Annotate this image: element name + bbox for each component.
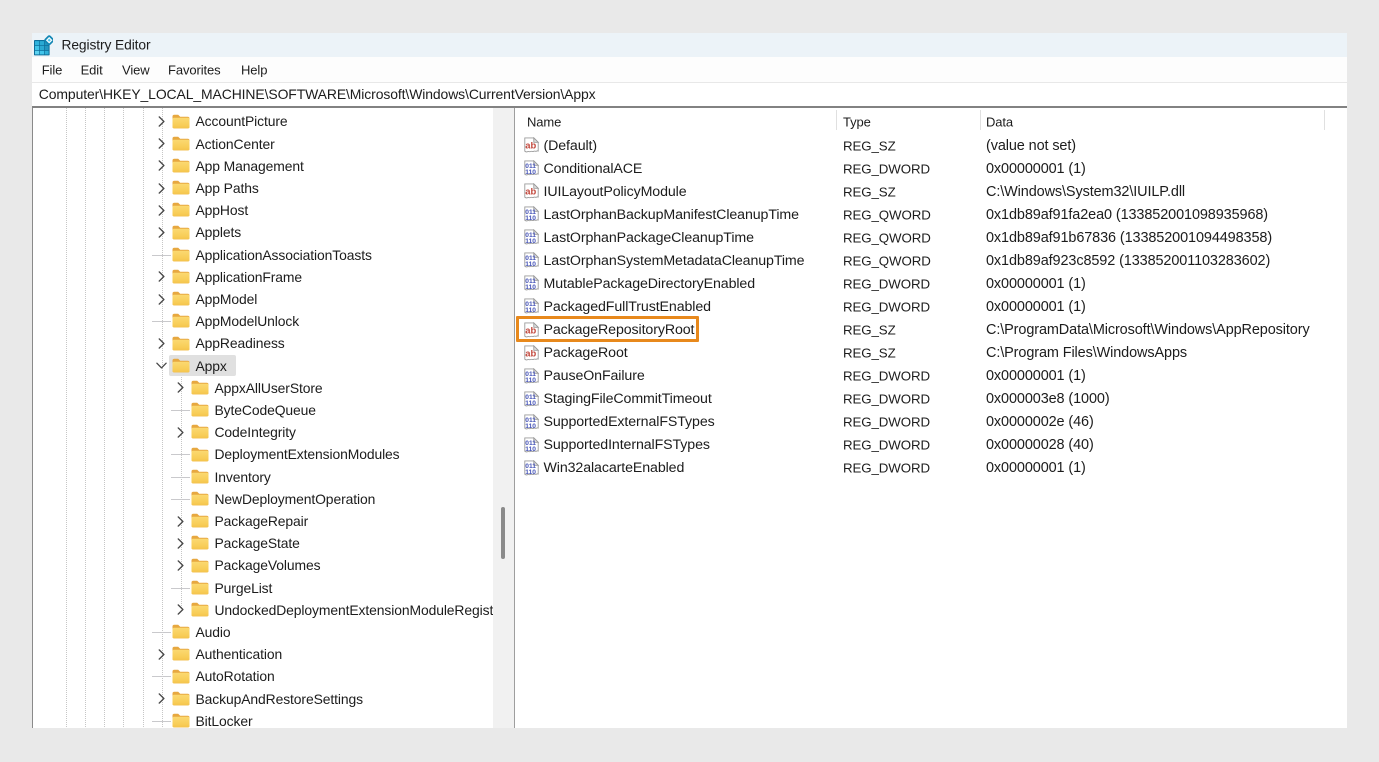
svg-text:110: 110 (525, 423, 536, 430)
svg-text:110: 110 (525, 169, 536, 176)
svg-text:110: 110 (525, 400, 536, 407)
svg-text:110: 110 (525, 446, 536, 453)
svg-text:ab: ab (525, 186, 536, 197)
svg-text:ab: ab (525, 347, 536, 358)
svg-text:110: 110 (525, 238, 536, 245)
svg-text:110: 110 (525, 261, 536, 268)
svg-text:110: 110 (525, 377, 536, 384)
svg-text:110: 110 (525, 215, 536, 222)
svg-text:110: 110 (525, 469, 536, 476)
svg-text:110: 110 (525, 307, 536, 314)
svg-text:ab: ab (525, 140, 536, 151)
svg-text:110: 110 (525, 284, 536, 291)
